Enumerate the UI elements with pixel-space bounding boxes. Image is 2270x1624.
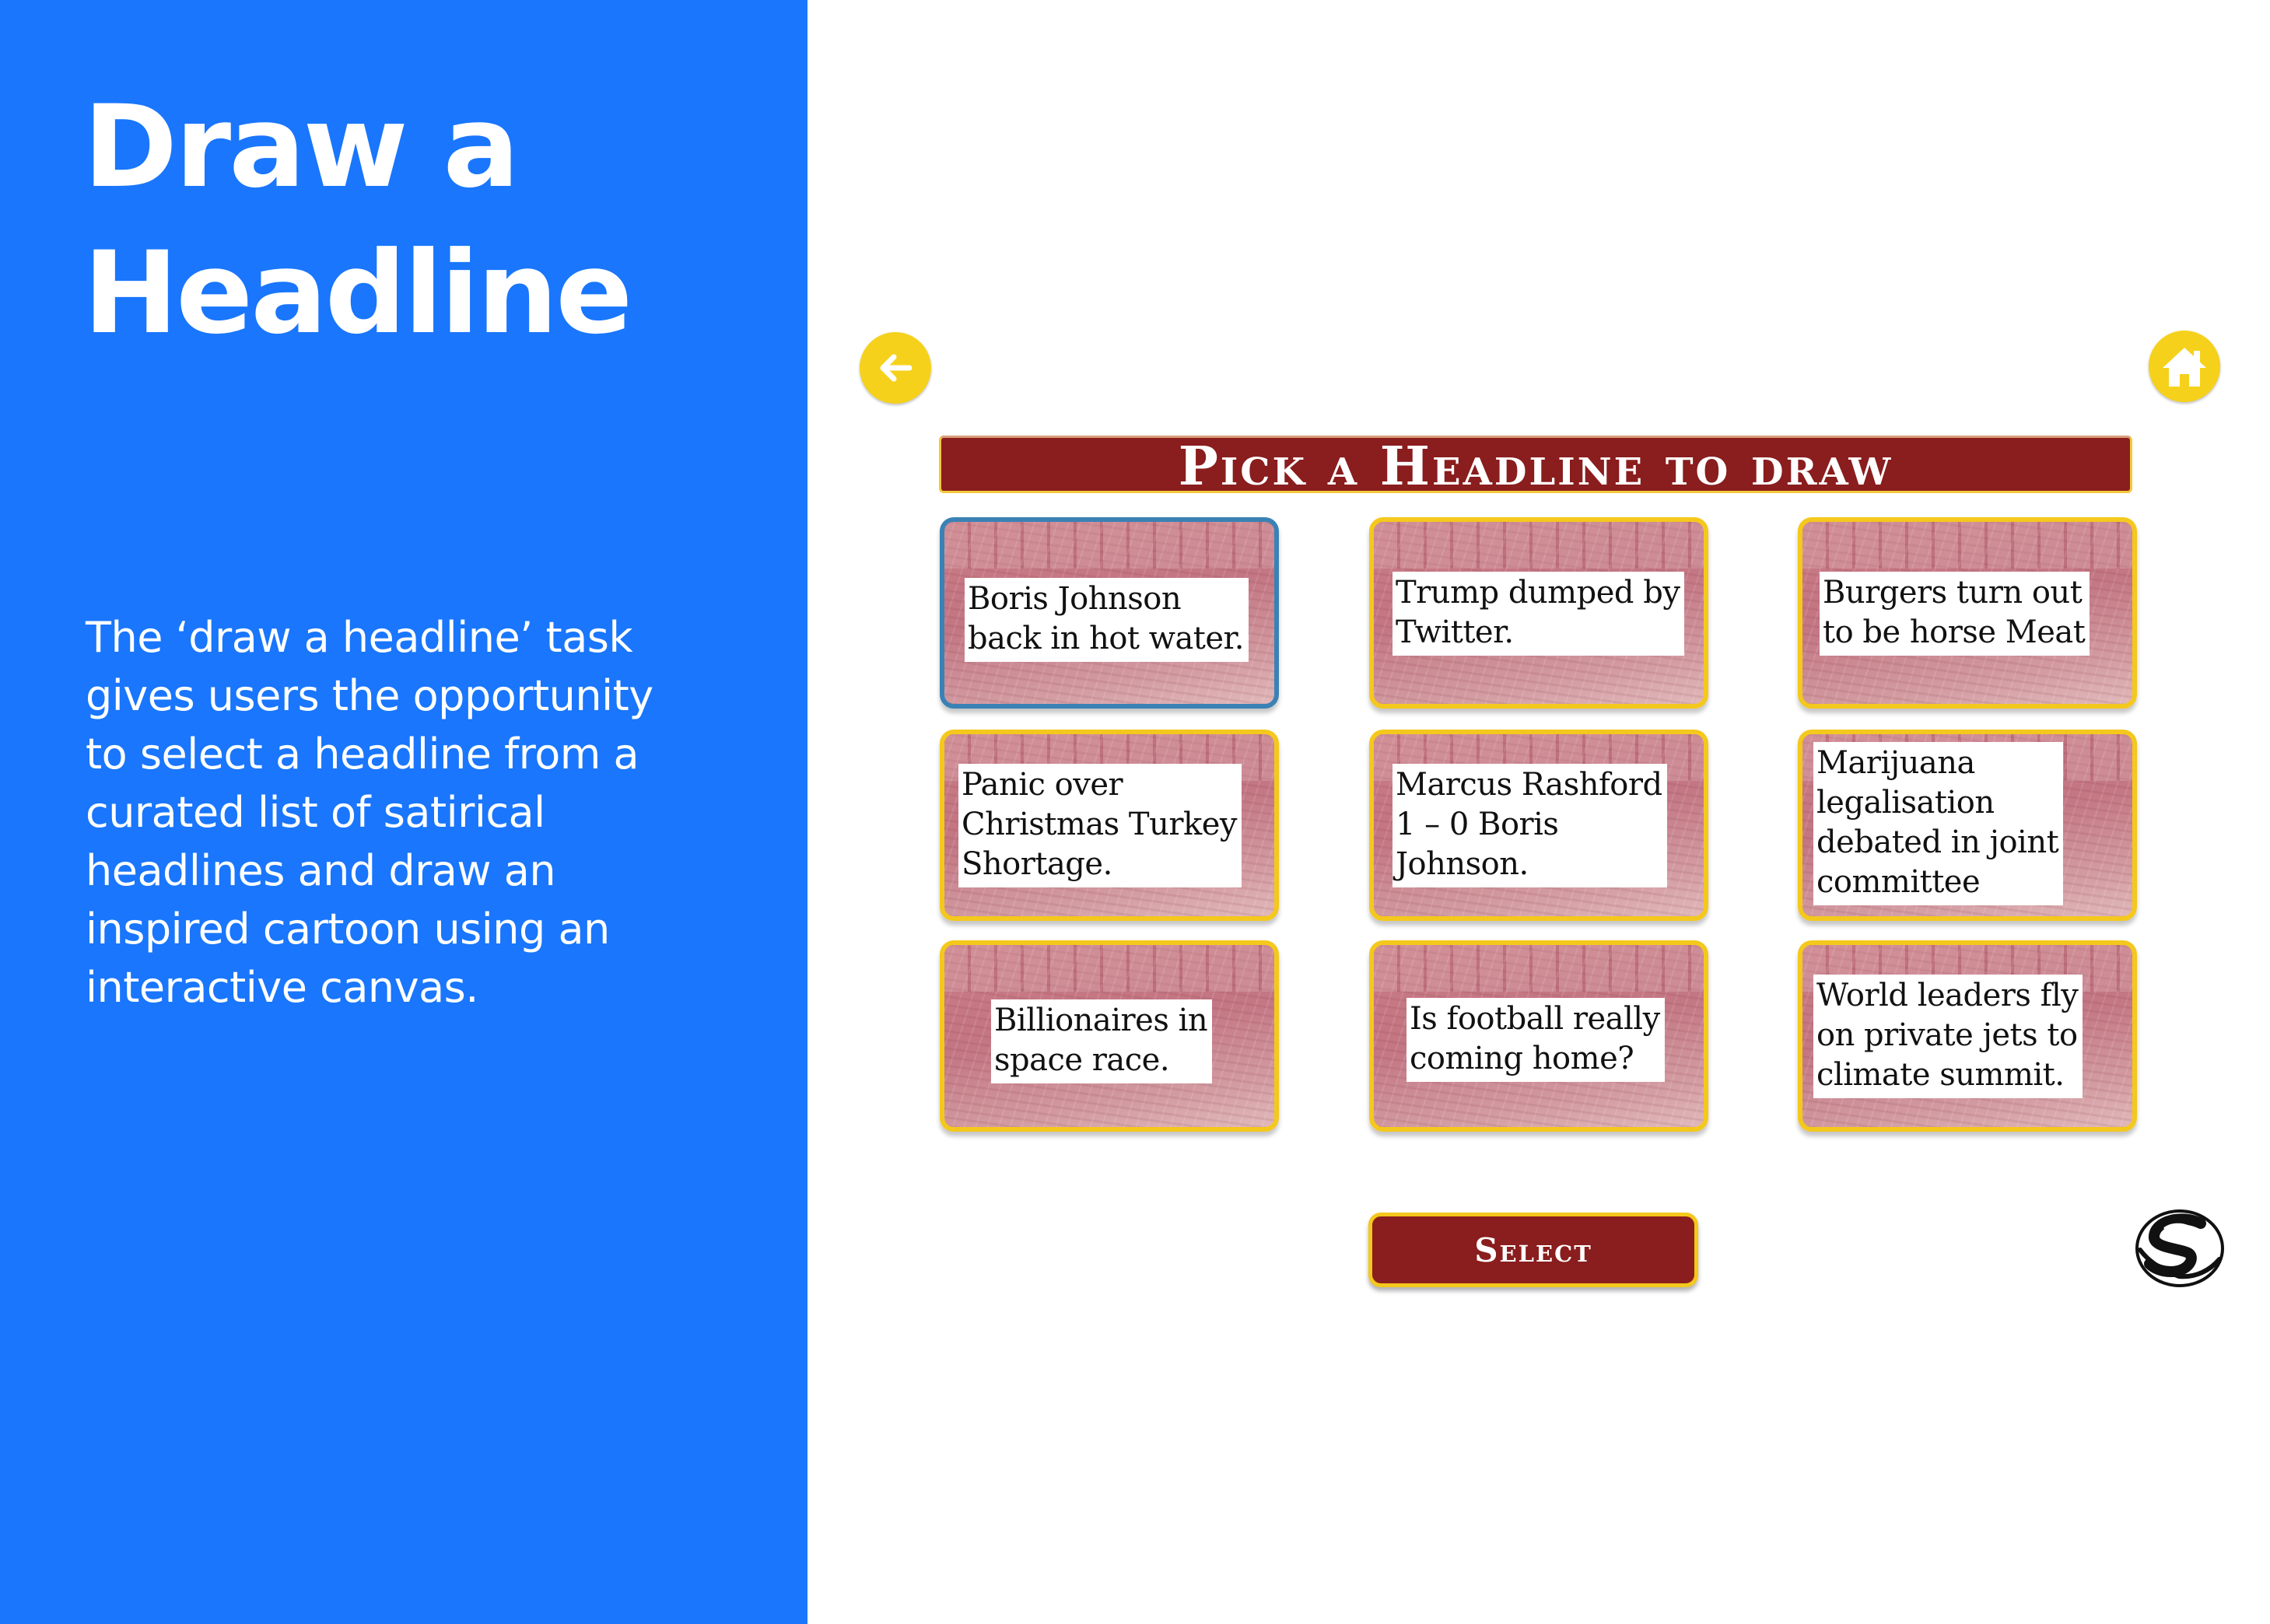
- headline-card[interactable]: Is football really coming home?: [1369, 940, 1708, 1132]
- select-button[interactable]: Select: [1368, 1213, 1698, 1287]
- headline-card[interactable]: World leaders fly on private jets to cli…: [1798, 940, 2137, 1132]
- headline-card[interactable]: Trump dumped by Twitter.: [1369, 517, 1708, 709]
- headline-text: World leaders fly on private jets to cli…: [1813, 975, 2083, 1098]
- back-button[interactable]: [860, 332, 931, 404]
- home-button[interactable]: [2149, 331, 2220, 402]
- headline-text: Billionaires in space race.: [991, 999, 1213, 1083]
- headline-text: Boris Johnson back in hot water.: [965, 578, 1249, 662]
- headline-card[interactable]: Panic over Christmas Turkey Shortage.: [940, 730, 1279, 921]
- brand-logo-icon: [2135, 1209, 2224, 1287]
- headline-card[interactable]: Billionaires in space race.: [940, 940, 1279, 1132]
- panel-title: Draw a Headline: [83, 81, 632, 359]
- select-button-label: Select: [1474, 1230, 1592, 1269]
- headline-card[interactable]: Marijuana legalisation debated in joint …: [1798, 730, 2137, 921]
- banner-title: Pick a Headline to draw: [1178, 436, 1893, 498]
- headline-text: Trump dumped by Twitter.: [1392, 572, 1685, 656]
- headline-text: Marcus Rashford 1 – 0 Boris Johnson.: [1392, 764, 1667, 887]
- headline-text: Marijuana legalisation debated in joint …: [1813, 742, 2064, 905]
- headline-card[interactable]: Marcus Rashford 1 – 0 Boris Johnson.: [1369, 730, 1708, 921]
- panel-description: The ‘draw a headline’ task gives users t…: [86, 613, 653, 1012]
- headline-card[interactable]: Boris Johnson back in hot water.: [940, 517, 1279, 709]
- headline-text: Is football really coming home?: [1406, 998, 1665, 1082]
- headline-banner: Pick a Headline to draw: [939, 436, 2132, 493]
- headline-card[interactable]: Burgers turn out to be horse Meat: [1798, 517, 2137, 709]
- home-icon: [2163, 348, 2206, 387]
- headline-text: Burgers turn out to be horse Meat: [1820, 572, 2090, 656]
- info-panel: Draw a Headline The ‘draw a headline’ ta…: [0, 0, 807, 1624]
- arrow-left-icon: [880, 354, 913, 382]
- headline-text: Panic over Christmas Turkey Shortage.: [958, 764, 1242, 887]
